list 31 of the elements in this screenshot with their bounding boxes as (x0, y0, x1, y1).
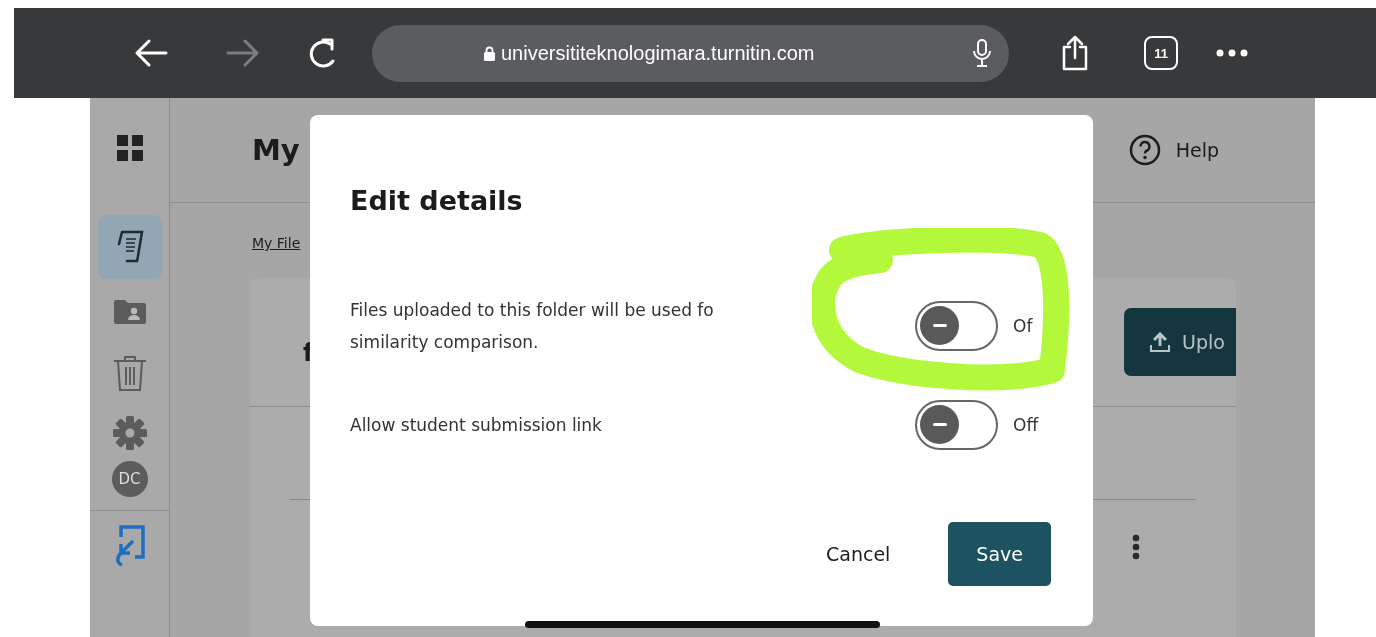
setting-label: Allow student submission link (350, 414, 603, 437)
avatar[interactable]: DC (111, 461, 148, 497)
url-text: universititeknologimara.turnitin.com (501, 41, 816, 65)
switch-account-icon[interactable] (114, 525, 145, 567)
toggle-switch[interactable] (915, 301, 998, 351)
dialog-title: Edit details (350, 185, 524, 216)
tab-count-button[interactable]: 11 (1144, 36, 1178, 70)
upload-icon (1150, 332, 1170, 352)
trash-icon[interactable] (111, 355, 148, 391)
sidebar-item[interactable] (97, 215, 162, 279)
lock-icon (484, 45, 495, 61)
breadcrumb-link[interactable]: My File (252, 235, 301, 251)
toggle-state-label: Of (1013, 316, 1034, 336)
page-title: My (252, 133, 300, 167)
address-bar[interactable]: universititeknologimara.turnitin.com (372, 24, 1009, 82)
gear-icon[interactable] (112, 416, 147, 450)
microphone-icon[interactable] (973, 39, 991, 67)
share-icon[interactable] (1061, 35, 1089, 71)
grid-icon[interactable] (116, 135, 143, 161)
upload-button[interactable]: Uplo (1124, 308, 1236, 376)
toggle-switch[interactable] (915, 400, 998, 450)
save-button[interactable]: Save (948, 522, 1051, 586)
toggle-state-label: Off (1013, 415, 1040, 435)
more-options-icon[interactable] (1132, 534, 1140, 560)
help-icon (1128, 134, 1161, 166)
back-arrow-icon[interactable] (134, 38, 168, 68)
setting-label: Files uploaded to this folder will be used fo similarity comparison. (350, 299, 715, 354)
help-link[interactable]: Help (1128, 134, 1219, 166)
more-icon[interactable] (1216, 49, 1248, 57)
document-icon (115, 230, 144, 264)
folder-person-icon[interactable] (113, 299, 146, 325)
